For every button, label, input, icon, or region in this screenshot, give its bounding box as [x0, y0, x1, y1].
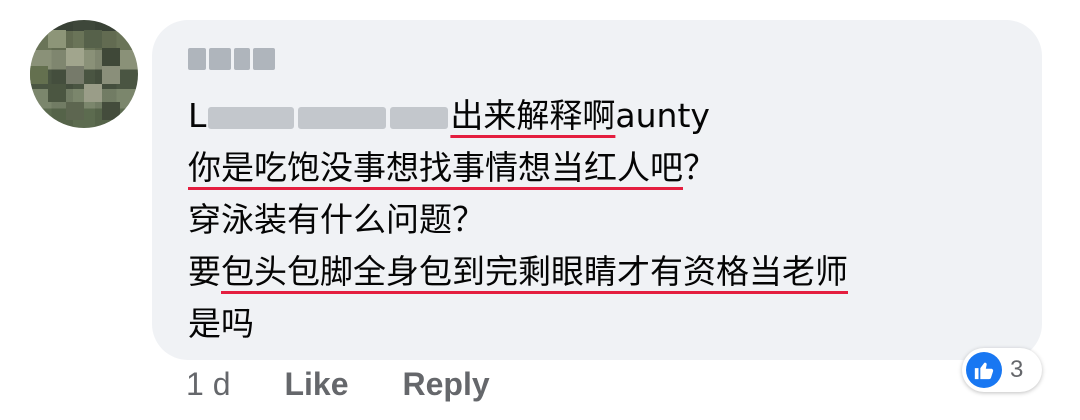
reactions-summary[interactable]: 3	[962, 348, 1042, 392]
comment-bubble: L 出来解释啊aunty 你是吃饱没事想找事情想当红人吧？ 穿泳装有什么问题？ 要…	[152, 20, 1042, 360]
thumbs-up-icon	[966, 352, 1002, 388]
mention-initial[interactable]: L	[188, 96, 206, 135]
comment-actions: 1 d Like Reply	[186, 366, 544, 403]
comment-text-segment: 穿泳装有什么问题？	[188, 200, 485, 239]
comment-line-3: 穿泳装有什么问题？	[188, 194, 1012, 246]
author-name-redacted[interactable]	[188, 46, 278, 72]
mention-name-redacted[interactable]	[208, 106, 295, 129]
underlined-text: 包头包脚全身包到完剩眼睛才有资格当老师	[221, 252, 848, 291]
comment-text-segment: 要	[188, 252, 221, 291]
underlined-text: 你是吃饱没事想找事情想当红人吧	[188, 148, 683, 187]
comment-line-4: 要包头包脚全身包到完剩眼睛才有资格当老师	[188, 246, 1012, 298]
comment-container: L 出来解释啊aunty 你是吃饱没事想找事情想当红人吧？ 穿泳装有什么问题？ 要…	[0, 0, 1080, 420]
mention-name-redacted[interactable]	[390, 106, 449, 129]
reply-button[interactable]: Reply	[403, 366, 490, 403]
comment-text-segment: aunty	[615, 96, 710, 135]
comment-line-1: L 出来解释啊aunty	[188, 90, 1012, 142]
comment-line-2: 你是吃饱没事想找事情想当红人吧？	[188, 142, 1012, 194]
underlined-text: 出来解释啊	[450, 96, 616, 135]
reaction-count: 3	[1010, 356, 1024, 383]
comment-text-segment: 是吗	[188, 304, 254, 343]
comment-line-5: 是吗	[188, 298, 1012, 350]
comment-text: L 出来解释啊aunty 你是吃饱没事想找事情想当红人吧？ 穿泳装有什么问题？ 要…	[188, 90, 1012, 350]
like-button[interactable]: Like	[284, 366, 348, 403]
comment-text-segment: ？	[683, 148, 716, 187]
timestamp[interactable]: 1 d	[186, 366, 230, 403]
avatar[interactable]	[30, 20, 138, 128]
mention-name-redacted[interactable]	[298, 106, 387, 129]
